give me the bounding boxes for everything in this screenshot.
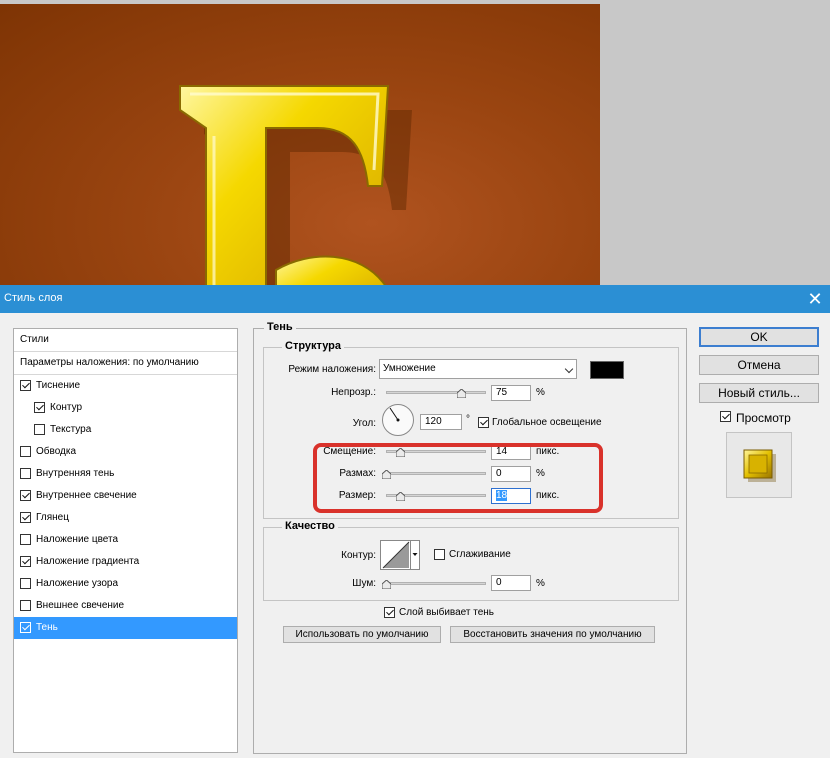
noise-input[interactable]: 0: [491, 575, 531, 591]
opacity-slider[interactable]: [386, 387, 486, 399]
global-light-label: Глобальное освещение: [492, 417, 602, 428]
style-item-color-overlay[interactable]: Наложение цвета: [14, 529, 237, 551]
inner-shadow-checkbox[interactable]: [20, 468, 31, 479]
opacity-slider-track: [386, 391, 486, 394]
opacity-label: Непрозр.:: [331, 387, 376, 398]
highlight-annotation: [313, 443, 603, 513]
style-item-satin[interactable]: Глянец: [14, 507, 237, 529]
layer-style-dialog: Стиль слоя ✕ Стили Параметры наложения: …: [0, 285, 830, 758]
angle-dial[interactable]: [382, 404, 414, 436]
style-preview: [726, 432, 792, 498]
contour-dropdown-arrow[interactable]: [410, 541, 419, 569]
style-item-drop-shadow[interactable]: Тень: [14, 617, 237, 639]
degree-symbol: °: [466, 414, 470, 425]
gradient-overlay-checkbox[interactable]: [20, 556, 31, 567]
texture-checkbox[interactable]: [34, 424, 45, 435]
contour-checkbox[interactable]: [34, 402, 45, 413]
style-item-contour[interactable]: Контур: [14, 397, 237, 419]
preview-swatch-icon: [743, 449, 776, 482]
chevron-down-icon: [564, 364, 574, 374]
preview-checkbox[interactable]: [720, 411, 731, 422]
dialog-title: Стиль слоя: [4, 292, 63, 304]
contour-picker[interactable]: [380, 540, 420, 570]
style-item-pattern-overlay[interactable]: Наложение узора: [14, 573, 237, 595]
inner-glow-checkbox[interactable]: [20, 490, 31, 501]
noise-slider[interactable]: [382, 578, 486, 590]
global-light-checkbox[interactable]: [478, 417, 489, 428]
caret-down-icon: [412, 553, 418, 556]
reset-default-button[interactable]: Восстановить значения по умолчанию: [450, 626, 655, 643]
style-item-texture[interactable]: Текстура: [14, 419, 237, 441]
ok-button[interactable]: OK: [699, 327, 819, 347]
style-item-stroke[interactable]: Обводка: [14, 441, 237, 463]
opacity-input[interactable]: 75: [491, 385, 531, 401]
bevel-checkbox[interactable]: [20, 380, 31, 391]
preview-label: Просмотр: [736, 411, 791, 425]
blend-mode-label: Режим наложения:: [288, 364, 376, 375]
golden-letter-image: [179, 85, 412, 285]
knockout-label: Слой выбивает тень: [399, 607, 495, 618]
knockout-checkbox[interactable]: [384, 607, 395, 618]
drop-shadow-panel: Тень Структура Режим наложения: Умножени…: [253, 321, 687, 754]
quality-title: Качество: [282, 520, 338, 532]
shadow-color-swatch[interactable]: [590, 361, 624, 379]
style-item-inner-glow[interactable]: Внутреннее свечение: [14, 485, 237, 507]
angle-needle-icon: [389, 407, 400, 422]
make-default-button[interactable]: Использовать по умолчанию: [283, 626, 441, 643]
drop-shadow-section-title: Тень: [264, 321, 296, 333]
antialias-checkbox[interactable]: [434, 549, 445, 560]
pattern-overlay-checkbox[interactable]: [20, 578, 31, 589]
contour-label: Контур:: [341, 550, 376, 561]
noise-unit: %: [536, 578, 545, 589]
linear-contour-icon: [382, 541, 410, 569]
quality-group: Качество Контур: Сглаживание Шум: 0 %: [263, 520, 679, 601]
structure-title: Структура: [282, 340, 344, 352]
style-item-bevel[interactable]: Тиснение: [14, 375, 237, 397]
noise-slider-track: [386, 582, 486, 585]
cancel-button[interactable]: Отмена: [699, 355, 819, 375]
dialog-title-bar[interactable]: Стиль слоя ✕: [0, 285, 830, 313]
opacity-slider-thumb[interactable]: [457, 389, 466, 398]
new-style-button[interactable]: Новый стиль...: [699, 383, 819, 403]
antialias-label: Сглаживание: [449, 549, 511, 560]
color-overlay-checkbox[interactable]: [20, 534, 31, 545]
blend-mode-select[interactable]: Умножение: [379, 359, 577, 379]
outer-glow-checkbox[interactable]: [20, 600, 31, 611]
style-item-inner-shadow[interactable]: Внутренняя тень: [14, 463, 237, 485]
stroke-checkbox[interactable]: [20, 446, 31, 457]
drop-shadow-checkbox[interactable]: [20, 622, 31, 633]
opacity-unit: %: [536, 387, 545, 398]
document-canvas[interactable]: [0, 4, 600, 285]
angle-label: Угол:: [352, 418, 376, 429]
blending-options-item[interactable]: Параметры наложения: по умолчанию: [14, 352, 237, 375]
angle-input[interactable]: 120: [420, 414, 462, 430]
noise-slider-thumb[interactable]: [382, 580, 391, 589]
satin-checkbox[interactable]: [20, 512, 31, 523]
workspace-background: [0, 0, 830, 285]
close-icon[interactable]: ✕: [800, 285, 830, 313]
styles-header[interactable]: Стили: [14, 329, 237, 352]
style-item-outer-glow[interactable]: Внешнее свечение: [14, 595, 237, 617]
noise-label: Шум:: [352, 578, 376, 589]
styles-list: Стили Параметры наложения: по умолчанию …: [13, 328, 238, 753]
style-item-gradient-overlay[interactable]: Наложение градиента: [14, 551, 237, 573]
